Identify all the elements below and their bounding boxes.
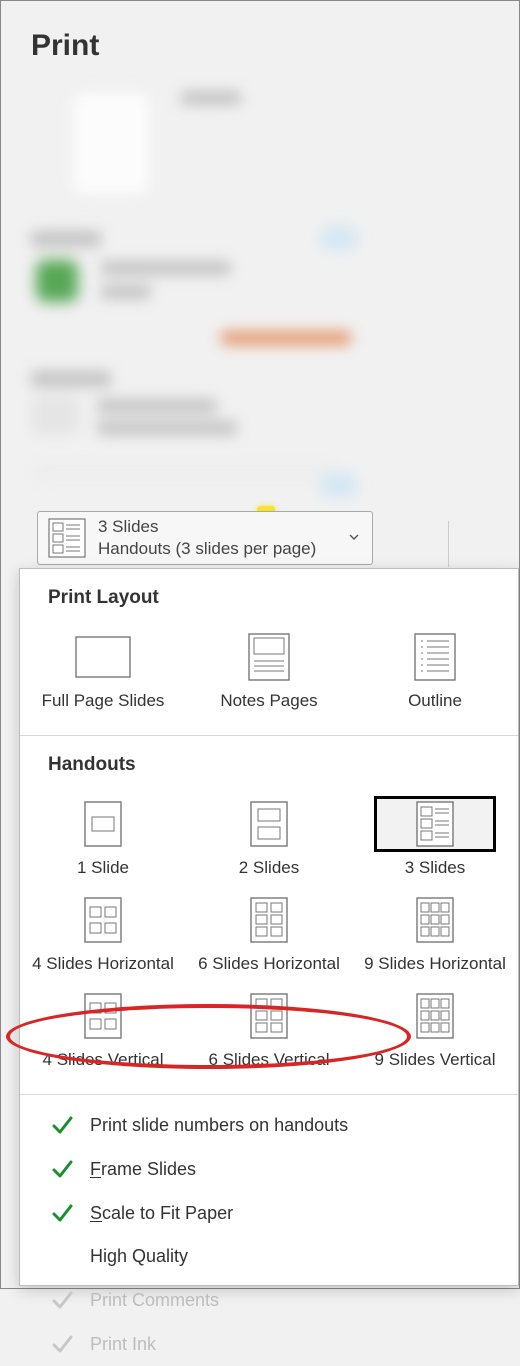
full-page-slides-icon (75, 636, 131, 678)
option-label: 2 Slides (239, 858, 299, 878)
notes-pages-icon (248, 633, 290, 681)
option-label: 6 Slides Horizontal (198, 954, 340, 974)
option-scale-to-fit[interactable]: Scale to Fit Paper (20, 1191, 518, 1235)
checkmark-icon (50, 1158, 74, 1180)
checkmark-icon (50, 1333, 74, 1355)
preview-edge (448, 521, 449, 567)
print-options-section: Print slide numbers on handouts Frame Sl… (20, 1095, 518, 1366)
print-layout-grid: Full Page Slides Notes Pages (20, 619, 518, 735)
chevron-down-icon (348, 530, 364, 546)
option-print-comments: Print Comments (20, 1278, 518, 1322)
option-print-ink: Print Ink (20, 1322, 518, 1366)
option-2-slides[interactable]: 2 Slides (186, 790, 352, 886)
two-slides-icon (250, 801, 288, 847)
layout-dropdown-line2: Handouts (3 slides per page) (98, 538, 338, 560)
page-title: Print (1, 1, 519, 63)
option-4-slides-horizontal[interactable]: 4 Slides Horizontal (20, 886, 186, 982)
option-text: Print Ink (90, 1334, 156, 1355)
one-slide-icon (84, 801, 122, 847)
option-label: 6 Slides Vertical (209, 1050, 330, 1070)
option-label: 1 Slide (77, 858, 129, 878)
option-label: 4 Slides Horizontal (32, 954, 174, 974)
six-v-icon (250, 993, 288, 1039)
layout-dropdown-text: 3 Slides Handouts (3 slides per page) (98, 516, 338, 560)
option-1-slide[interactable]: 1 Slide (20, 790, 186, 886)
option-text: Scale to Fit Paper (90, 1203, 233, 1224)
nine-v-icon (416, 993, 454, 1039)
option-9-slides-vertical[interactable]: 9 Slides Vertical (352, 982, 518, 1078)
option-notes-pages[interactable]: Notes Pages (186, 623, 352, 719)
checkmark-icon (50, 1202, 74, 1224)
layout-dropdown-button[interactable]: 3 Slides Handouts (3 slides per page) (37, 511, 373, 565)
print-layout-section-header: Print Layout (20, 569, 518, 619)
option-text: Print Comments (90, 1290, 219, 1311)
option-6-slides-vertical[interactable]: 6 Slides Vertical (186, 982, 352, 1078)
option-label: Notes Pages (220, 691, 317, 711)
option-label: 9 Slides Vertical (375, 1050, 496, 1070)
option-text: Print slide numbers on handouts (90, 1115, 348, 1136)
three-slides-icon (46, 517, 88, 559)
option-label: 9 Slides Horizontal (364, 954, 506, 974)
four-v-icon (84, 993, 122, 1039)
option-label: 4 Slides Vertical (43, 1050, 164, 1070)
four-h-icon (84, 897, 122, 943)
checkmark-icon (50, 1114, 74, 1136)
option-label: Full Page Slides (42, 691, 165, 711)
option-high-quality[interactable]: High Quality (20, 1235, 518, 1278)
six-h-icon (250, 897, 288, 943)
checkmark-icon (50, 1289, 74, 1311)
option-text: High Quality (90, 1246, 188, 1267)
layout-dropdown-line1: 3 Slides (98, 516, 338, 538)
option-label: Outline (408, 691, 462, 711)
layout-dropdown-panel: Print Layout Full Page Slides Notes Page… (19, 568, 519, 1286)
blurred-background (31, 81, 489, 501)
outline-icon (414, 633, 456, 681)
option-frame-slides[interactable]: Frame Slides (20, 1147, 518, 1191)
option-9-slides-horizontal[interactable]: 9 Slides Horizontal (352, 886, 518, 982)
option-3-slides[interactable]: 3 Slides (352, 790, 518, 886)
nine-h-icon (416, 897, 454, 943)
option-4-slides-vertical[interactable]: 4 Slides Vertical (20, 982, 186, 1078)
option-6-slides-horizontal[interactable]: 6 Slides Horizontal (186, 886, 352, 982)
option-text: Frame Slides (90, 1159, 196, 1180)
handouts-section-header: Handouts (20, 736, 518, 786)
option-label: 3 Slides (405, 858, 465, 878)
handouts-grid: 1 Slide 2 Slides 3 Slid (20, 786, 518, 1094)
option-full-page-slides[interactable]: Full Page Slides (20, 623, 186, 719)
option-print-slide-numbers[interactable]: Print slide numbers on handouts (20, 1103, 518, 1147)
option-outline[interactable]: Outline (352, 623, 518, 719)
three-slides-option-icon (416, 801, 454, 847)
